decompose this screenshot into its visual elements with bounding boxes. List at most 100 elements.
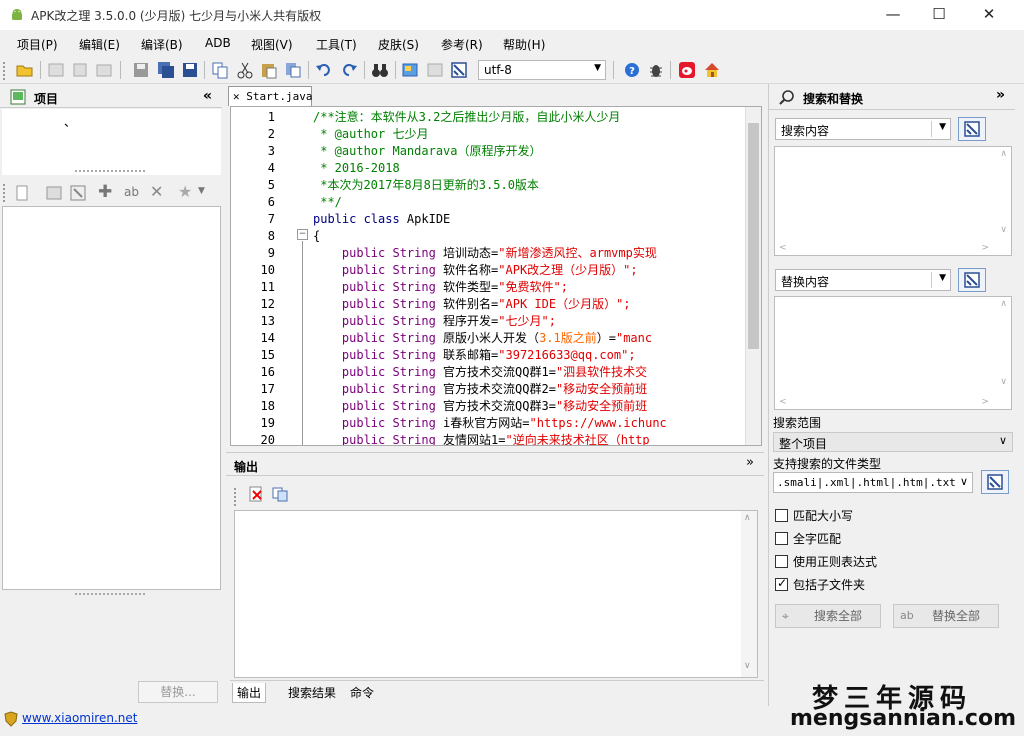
splitter-handle[interactable] bbox=[75, 170, 145, 176]
code-line[interactable]: public String 官方技术交流QQ群2="移动安全预前班 bbox=[313, 381, 647, 398]
code-line[interactable]: public String 原版小米人开发（3.1版之前）="manc bbox=[313, 330, 652, 347]
scrollbar-thumb[interactable] bbox=[748, 123, 759, 349]
scope-select[interactable]: 整个项目 ∨ bbox=[773, 432, 1013, 452]
undo-icon[interactable] bbox=[315, 61, 333, 79]
install-apk-icon[interactable] bbox=[95, 61, 113, 79]
output-log[interactable]: ∧ ∨ bbox=[234, 510, 758, 678]
code-line[interactable]: * @author Mandarava（原程序开发） bbox=[313, 143, 541, 160]
code-line[interactable]: { bbox=[313, 228, 320, 245]
search-all-button[interactable]: ⌖ 搜索全部 bbox=[775, 604, 881, 628]
code-line[interactable]: public String 软件别名="APK IDE（少月版）"; bbox=[313, 296, 631, 313]
image-view-icon[interactable] bbox=[401, 61, 419, 79]
scroll-right-icon[interactable]: > bbox=[981, 397, 989, 407]
minimize-button[interactable]: — bbox=[870, 0, 916, 30]
menu-skin[interactable]: 皮肤(S) bbox=[378, 36, 419, 53]
code-line[interactable]: public String 友情网站1="逆向未来技术社区（http bbox=[313, 432, 650, 445]
copy-output-icon[interactable] bbox=[272, 486, 288, 502]
close-tab-icon[interactable]: ✕ bbox=[233, 90, 246, 103]
menu-reference[interactable]: 参考(R) bbox=[441, 36, 483, 53]
chevron-down-icon[interactable]: ▼ bbox=[939, 122, 946, 132]
scroll-up-icon[interactable]: ∧ bbox=[744, 513, 751, 523]
tab-command[interactable]: 命令 bbox=[346, 683, 378, 702]
new-file-icon[interactable] bbox=[14, 185, 30, 201]
save-icon[interactable] bbox=[132, 61, 150, 79]
delete-icon[interactable]: ✕ bbox=[150, 182, 163, 201]
collapse-output-button[interactable]: » bbox=[746, 455, 754, 470]
code-line[interactable]: /**注意：本软件从3.2之后推出少月版，自此小米人少月 bbox=[313, 109, 620, 126]
rename-icon[interactable]: ab bbox=[124, 185, 139, 199]
match-case-checkbox[interactable] bbox=[775, 509, 788, 522]
refresh-icon[interactable] bbox=[70, 185, 86, 201]
scroll-right-icon[interactable]: > bbox=[981, 243, 989, 253]
code-line[interactable]: public String 联系邮箱="397216633@qq.com"; bbox=[313, 347, 636, 364]
redo-icon[interactable] bbox=[340, 61, 358, 79]
copy-icon[interactable] bbox=[211, 61, 229, 79]
project-tree[interactable]: 、 bbox=[2, 109, 221, 175]
find-text-area[interactable]: ∧ ∨ < > bbox=[774, 146, 1012, 256]
tab-output[interactable]: 输出 bbox=[232, 683, 267, 703]
add-icon[interactable]: ✚ bbox=[98, 182, 112, 202]
code-line[interactable]: public String 官方技术交流QQ群3="移动安全预前班 bbox=[313, 398, 647, 415]
chevron-down-icon[interactable]: ▼ bbox=[198, 186, 205, 196]
code-line[interactable]: public class ApkIDE bbox=[313, 211, 450, 228]
filetypes-options-button[interactable] bbox=[981, 470, 1009, 494]
find-combo[interactable]: 搜索内容 ▼ bbox=[775, 118, 951, 140]
home-icon[interactable] bbox=[703, 61, 721, 79]
dex-tool-icon[interactable] bbox=[450, 61, 468, 79]
menu-help[interactable]: 帮助(H) bbox=[503, 36, 545, 53]
code-line[interactable]: public String 程序开发="七少月"; bbox=[313, 313, 556, 330]
scroll-left-icon[interactable]: < bbox=[779, 397, 787, 407]
close-button[interactable]: ✕ bbox=[966, 0, 1012, 30]
code-line[interactable]: *本次为2017年8月8日更新的3.5.0版本 bbox=[313, 177, 539, 194]
filetypes-select[interactable]: .smali|.xml|.html|.htm|.txt ∨ bbox=[773, 472, 973, 493]
tab-start-java[interactable]: ✕ Start.java bbox=[228, 86, 312, 106]
code-line[interactable]: public String 软件类型="免费软件"; bbox=[313, 279, 568, 296]
splitter-handle[interactable] bbox=[75, 593, 145, 599]
encoding-select[interactable]: utf-8 ▼ bbox=[478, 60, 606, 80]
regex-checkbox[interactable] bbox=[775, 555, 788, 568]
scroll-up-icon[interactable]: ∧ bbox=[1000, 299, 1007, 309]
image-disabled-icon[interactable] bbox=[426, 61, 444, 79]
project-replace-button[interactable]: 替换... bbox=[138, 681, 218, 703]
website-link[interactable]: www.xiaomiren.net bbox=[22, 711, 137, 725]
sign-apk-icon[interactable] bbox=[71, 61, 89, 79]
code-line[interactable]: * @author 七少月 bbox=[313, 126, 428, 143]
replace-icon[interactable] bbox=[284, 61, 302, 79]
menu-view[interactable]: 视图(V) bbox=[251, 36, 293, 53]
save-all-icon[interactable] bbox=[157, 61, 175, 79]
build-apk-icon[interactable] bbox=[47, 61, 65, 79]
output-vertical-scrollbar[interactable]: ∧ ∨ bbox=[741, 511, 757, 677]
open-folder-icon[interactable] bbox=[16, 61, 34, 79]
scroll-left-icon[interactable]: < bbox=[779, 243, 787, 253]
code-line[interactable]: public String 培训动态="新增渗透风控、armvmp实现 bbox=[313, 245, 657, 262]
collapse-search-button[interactable]: » bbox=[996, 87, 1005, 103]
scroll-down-icon[interactable]: ∨ bbox=[1000, 377, 1007, 387]
scroll-down-icon[interactable]: ∨ bbox=[1000, 225, 1007, 235]
menu-tools[interactable]: 工具(T) bbox=[316, 36, 357, 53]
editor-vertical-scrollbar[interactable] bbox=[745, 107, 761, 445]
cut-icon[interactable] bbox=[236, 61, 254, 79]
maximize-button[interactable]: ☐ bbox=[916, 0, 962, 30]
clear-output-icon[interactable] bbox=[248, 486, 264, 502]
include-subfolders-checkbox[interactable] bbox=[775, 576, 788, 591]
fold-toggle-icon[interactable]: − bbox=[297, 229, 308, 240]
replace-options-button[interactable] bbox=[958, 268, 986, 292]
menu-adb[interactable]: ADB bbox=[205, 36, 231, 50]
tree-item[interactable]: 、 bbox=[64, 113, 76, 130]
scroll-up-icon[interactable]: ∧ bbox=[1000, 149, 1007, 159]
find-options-button[interactable] bbox=[958, 117, 986, 141]
code-area[interactable]: /**注意：本软件从3.2之后推出少月版，自此小米人少月 * @author 七… bbox=[313, 107, 745, 445]
favorite-star-icon[interactable]: ★ bbox=[178, 182, 192, 201]
replace-text-area[interactable]: ∧ ∨ < > bbox=[774, 296, 1012, 410]
menu-build[interactable]: 编译(B) bbox=[141, 36, 183, 53]
weibo-icon[interactable] bbox=[678, 61, 696, 79]
properties-icon[interactable] bbox=[46, 185, 62, 201]
paste-icon[interactable] bbox=[260, 61, 278, 79]
replace-all-button[interactable]: ab 替换全部 bbox=[893, 604, 999, 628]
favorites-list[interactable] bbox=[2, 206, 221, 590]
code-line[interactable]: public String 官方技术交流QQ群1="泗县软件技术交 bbox=[313, 364, 647, 381]
collapse-panel-button[interactable]: « bbox=[203, 88, 212, 104]
code-editor[interactable]: 1 2 3 4 5 6 7 8 9 10 11 12 13 14 15 16 17 18 19 20 − /**注意：… bbox=[230, 106, 762, 446]
bug-icon[interactable] bbox=[647, 61, 665, 79]
chevron-down-icon[interactable]: ▼ bbox=[939, 273, 946, 283]
